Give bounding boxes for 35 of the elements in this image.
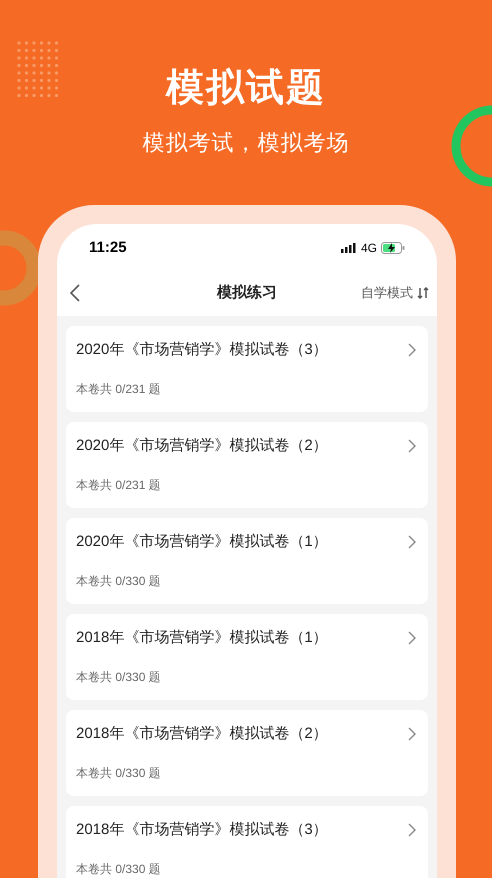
banner-title: 模拟试题 (166, 66, 326, 111)
question-count: 本卷共 0/330 题 (76, 669, 161, 685)
page-title: 模拟练习 (217, 282, 277, 303)
paper-title: 2020年《市场营销学》模拟试卷（1） (76, 532, 328, 552)
question-count: 本卷共 0/330 题 (76, 573, 161, 589)
paper-card[interactable]: 2020年《市场营销学》模拟试卷（1） 本卷共 0/330 题 (66, 518, 428, 604)
question-count: 本卷共 0/330 题 (76, 765, 161, 781)
back-icon (70, 284, 80, 302)
chevron-right-icon (408, 439, 416, 453)
network-label: 4G (360, 240, 377, 257)
dot-grid-decoration (16, 40, 60, 98)
signal-icon (340, 243, 357, 253)
question-count: 本卷共 0/330 题 (76, 861, 161, 877)
paper-card[interactable]: 2020年《市场营销学》模拟试卷（3） 本卷共 0/231 题 (66, 326, 428, 412)
paper-title: 2018年《市场营销学》模拟试卷（1） (76, 628, 328, 648)
banner-subtitle: 模拟考试，模拟考场 (142, 129, 350, 157)
paper-card[interactable]: 2018年《市场营销学》模拟试卷（2） 本卷共 0/330 题 (66, 710, 428, 796)
chevron-right-icon (408, 823, 416, 837)
paper-card[interactable]: 2020年《市场营销学》模拟试卷（2） 本卷共 0/231 题 (66, 422, 428, 508)
paper-title: 2020年《市场营销学》模拟试卷（2） (76, 436, 328, 456)
mode-button[interactable]: 自学模式 (361, 283, 429, 302)
chevron-right-icon (408, 535, 416, 549)
status-time: 11:25 (89, 238, 127, 258)
question-count: 本卷共 0/231 题 (76, 381, 161, 397)
paper-card[interactable]: 2018年《市场营销学》模拟试卷（3） 本卷共 0/330 题 (66, 806, 428, 878)
question-count: 本卷共 0/231 题 (76, 477, 161, 493)
paper-card[interactable]: 2018年《市场营销学》模拟试卷（1） 本卷共 0/330 题 (66, 614, 428, 700)
sort-icon (417, 286, 429, 299)
chevron-right-icon (408, 727, 416, 741)
chevron-right-icon (408, 631, 416, 645)
chevron-right-icon (408, 343, 416, 357)
paper-title: 2018年《市场营销学》模拟试卷（3） (76, 820, 328, 840)
battery-icon (381, 242, 405, 254)
paper-title: 2020年《市场营销学》模拟试卷（3） (76, 340, 328, 360)
paper-title: 2018年《市场营销学》模拟试卷（2） (76, 724, 328, 744)
